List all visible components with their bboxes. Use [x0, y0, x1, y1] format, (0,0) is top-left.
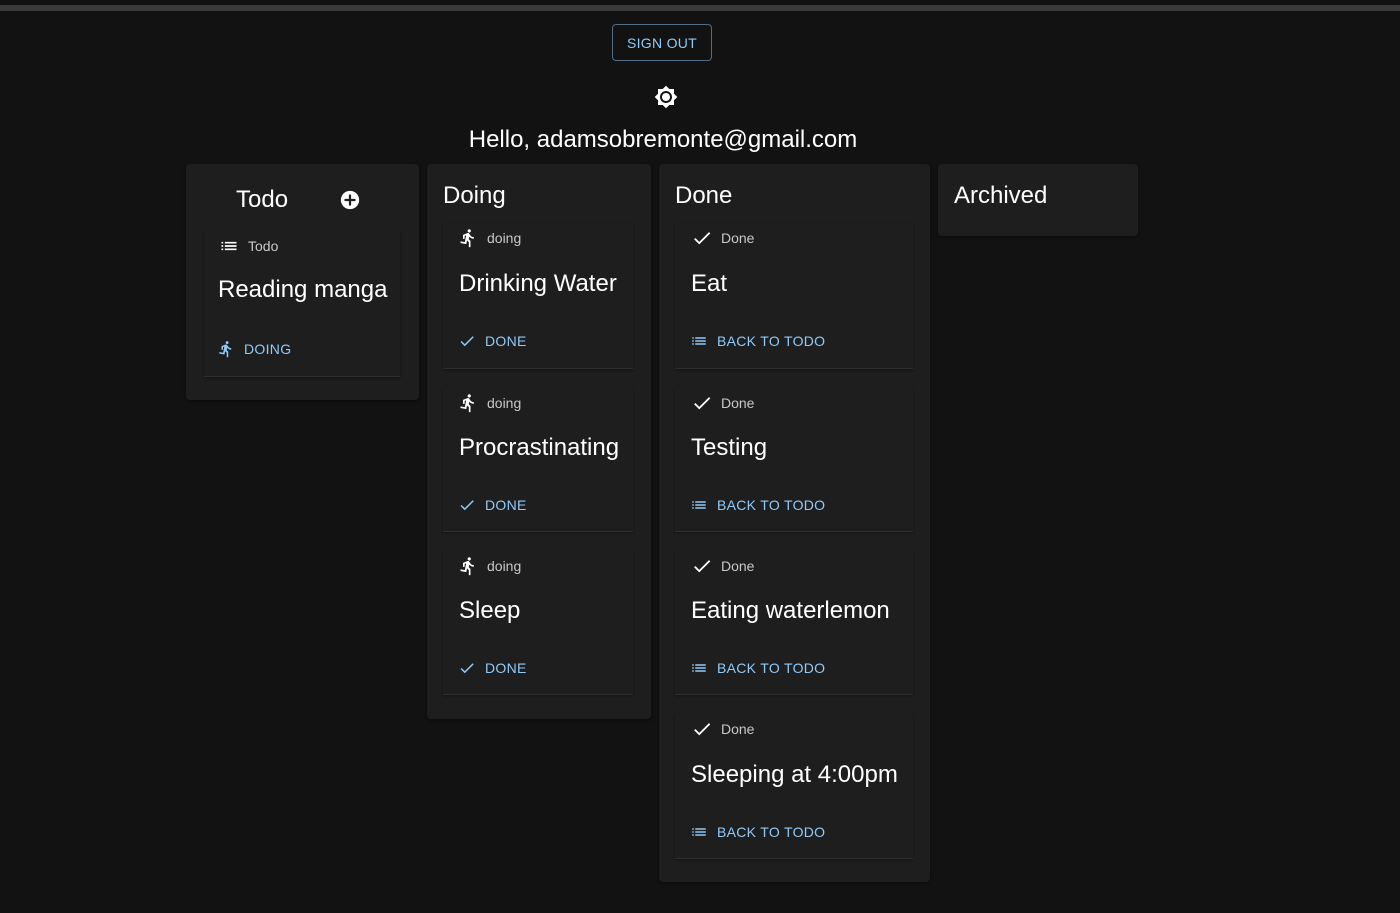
- sign-out-button[interactable]: SIGN OUT: [612, 24, 712, 61]
- back-to-todo-button[interactable]: BACK TO TODO: [685, 325, 829, 357]
- task-card: doing Sleep DONE: [443, 550, 633, 695]
- column-todo: Todo Todo Reading manga DOING: [186, 164, 419, 400]
- action-label: BACK TO TODO: [717, 497, 826, 513]
- running-icon: [216, 339, 236, 359]
- brightness-icon: [654, 85, 678, 109]
- list-icon: [218, 235, 240, 257]
- status-label: Todo: [248, 238, 279, 254]
- column-title-archived: Archived: [954, 182, 1048, 209]
- action-label: BACK TO TODO: [717, 660, 826, 676]
- action-label: DONE: [485, 333, 527, 349]
- list-icon: [689, 822, 709, 842]
- task-card: doing Procrastinating DONE: [443, 387, 633, 532]
- top-strip-bar: [0, 5, 1400, 11]
- column-title-todo: Todo: [236, 186, 289, 213]
- running-icon: [457, 227, 479, 249]
- status-chip: Done: [691, 552, 754, 580]
- status-chip: doing: [457, 389, 521, 417]
- move-to-done-button[interactable]: DONE: [453, 325, 531, 357]
- column-archived: Archived: [938, 164, 1138, 236]
- back-to-todo-button[interactable]: BACK TO TODO: [685, 489, 829, 521]
- task-title: Reading manga: [218, 276, 388, 303]
- task-title: Procrastinating: [459, 434, 620, 461]
- action-label: DONE: [485, 497, 527, 513]
- list-icon: [689, 495, 709, 515]
- check-icon: [457, 331, 477, 351]
- status-label: doing: [487, 558, 522, 574]
- add-circle-icon: [340, 190, 360, 210]
- move-to-done-button[interactable]: DONE: [453, 652, 531, 684]
- status-chip: Done: [691, 224, 754, 252]
- action-label: DONE: [485, 660, 527, 676]
- running-icon: [457, 392, 479, 414]
- task-card: Done Testing BACK TO TODO: [675, 387, 913, 532]
- status-chip: doing: [457, 552, 521, 580]
- check-icon: [457, 658, 477, 678]
- column-doing: Doing doing Drinking Water DONE doing Pr…: [427, 164, 651, 719]
- task-title: Testing: [691, 434, 768, 461]
- greeting-text: Hello, adamsobremonte@gmail.com: [468, 126, 858, 153]
- column-title-doing: Doing: [443, 182, 506, 209]
- back-to-todo-button[interactable]: BACK TO TODO: [685, 652, 829, 684]
- status-chip: Done: [691, 389, 754, 417]
- task-card: Done Eat BACK TO TODO: [675, 224, 913, 369]
- check-icon: [691, 555, 713, 577]
- add-task-button[interactable]: [336, 186, 364, 214]
- status-label: doing: [487, 230, 522, 246]
- move-to-doing-button[interactable]: DOING: [212, 333, 295, 365]
- list-icon: [689, 658, 709, 678]
- top-strip: [0, 0, 1400, 12]
- column-title-done: Done: [675, 182, 733, 209]
- action-label: DOING: [244, 341, 292, 357]
- back-to-todo-button[interactable]: BACK TO TODO: [685, 816, 829, 848]
- action-label: BACK TO TODO: [717, 824, 826, 840]
- status-label: Done: [721, 395, 755, 411]
- task-title: Eat: [691, 270, 728, 297]
- task-card: doing Drinking Water DONE: [443, 224, 633, 369]
- task-title: Sleep: [459, 597, 521, 624]
- check-icon: [691, 392, 713, 414]
- list-icon: [689, 331, 709, 351]
- task-card: Done Sleeping at 4:00pm BACK TO TODO: [675, 714, 913, 859]
- task-card: Todo Reading manga DOING: [204, 230, 400, 377]
- action-label: BACK TO TODO: [717, 333, 826, 349]
- check-icon: [691, 227, 713, 249]
- status-label: Done: [721, 558, 755, 574]
- task-title: Sleeping at 4:00pm: [691, 761, 898, 788]
- status-chip: doing: [457, 224, 521, 252]
- status-label: Done: [721, 230, 755, 246]
- check-icon: [691, 718, 713, 740]
- move-to-done-button[interactable]: DONE: [453, 489, 531, 521]
- task-title: Drinking Water: [459, 270, 617, 297]
- status-label: doing: [487, 395, 522, 411]
- theme-toggle-button[interactable]: [650, 81, 682, 113]
- status-label: Done: [721, 721, 755, 737]
- column-done: Done Done Eat BACK TO TODO Done Testing: [659, 164, 930, 882]
- task-title: Eating waterlemon: [691, 597, 890, 624]
- status-chip: Done: [691, 715, 754, 743]
- check-icon: [457, 495, 477, 515]
- task-card: Done Eating waterlemon BACK TO TODO: [675, 550, 913, 695]
- running-icon: [457, 555, 479, 577]
- status-chip: Todo: [218, 232, 278, 260]
